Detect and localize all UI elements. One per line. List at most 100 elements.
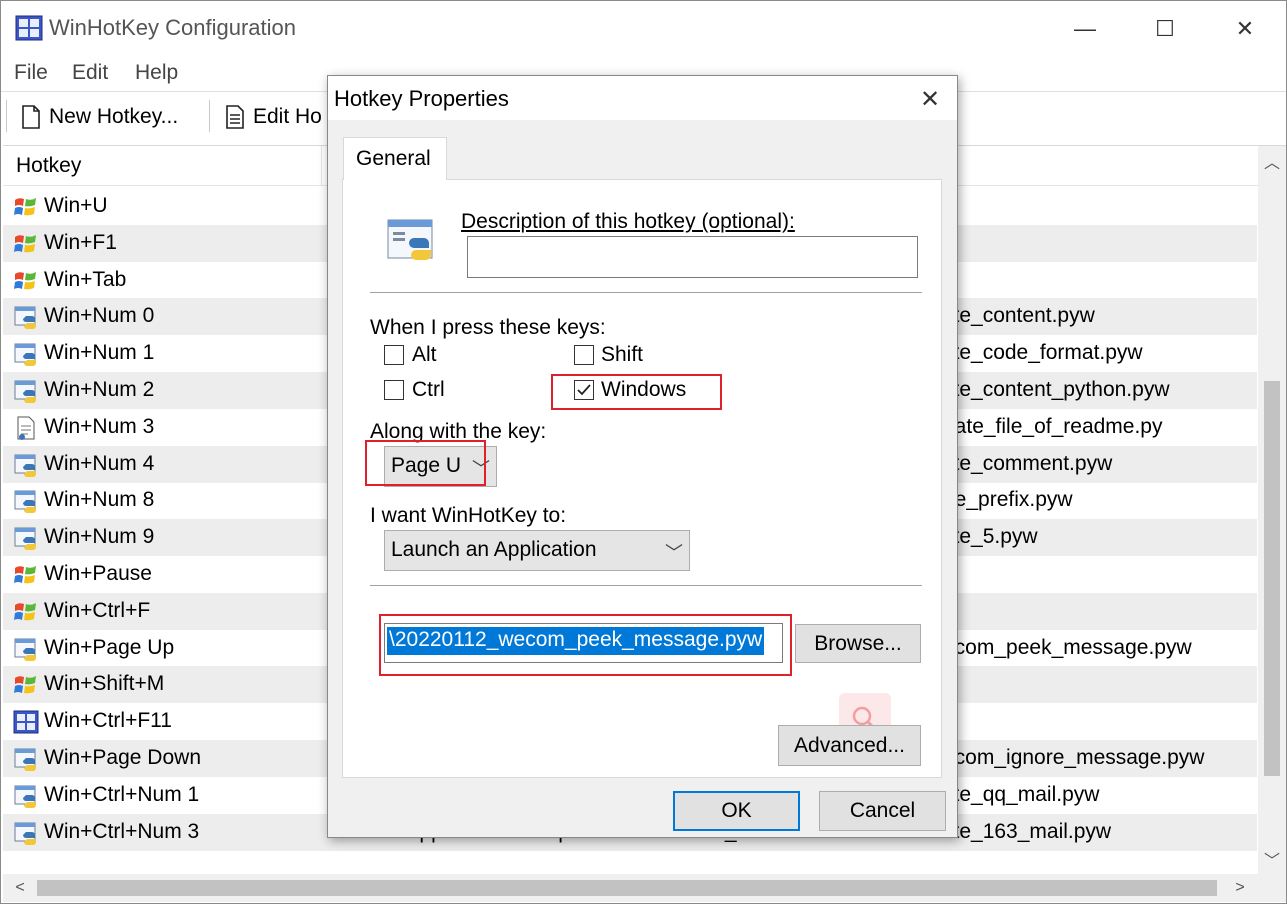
menu-file[interactable]: File [14,61,48,85]
cancel-button[interactable]: Cancel [819,791,946,831]
advanced-button[interactable]: Advanced... [778,725,921,766]
horizontal-scroll-thumb[interactable] [37,880,1217,896]
document-script-icon [13,415,39,441]
scroll-down-icon[interactable]: ﹀ [1258,844,1286,874]
row-target: ste_content_python.pyw [943,378,1170,401]
row-hotkey: Win+U [44,194,108,217]
row-hotkey: Win+Ctrl+Num 1 [44,782,200,806]
close-icon[interactable]: ✕ [1225,11,1265,47]
divider [370,292,922,294]
edit-hotkey-button[interactable]: Edit Ho [225,100,322,134]
row-target: ecom_peek_message.pyw [943,635,1192,659]
windows-flag-icon [13,599,39,625]
vertical-scrollbar[interactable]: ︿ ﹀ [1258,146,1286,874]
tab-general[interactable]: General [343,137,447,180]
row-target: eate_file_of_readme.py [943,414,1163,438]
row-hotkey: Win+Num 0 [44,304,155,328]
description-input[interactable] [467,236,918,278]
horizontal-scrollbar[interactable]: < > [3,874,1259,902]
app-icon [15,15,43,41]
row-hotkey: Win+Num 9 [44,525,155,549]
vertical-scroll-thumb[interactable] [1264,381,1280,776]
chevron-down-icon: ﹀ [472,459,490,479]
hotkey-properties-dialog: Hotkey Properties ✕ General Description … [327,75,958,838]
key-select[interactable]: Page U ﹀ [384,446,497,487]
windows-flag-icon [13,562,39,588]
shift-checkbox[interactable] [574,345,594,365]
row-target: ste_qq_mail.pyw [943,782,1100,806]
row-hotkey: Win+F1 [44,230,117,254]
row-hotkey: Win+Ctrl+F [44,598,151,622]
python-script-icon [13,488,39,514]
action-select[interactable]: Launch an Application ﹀ [384,530,690,571]
alt-label: Alt [412,343,437,366]
python-script-icon [13,746,39,772]
application-path-value: \20220112_wecom_peek_message.pyw [387,627,765,655]
application-path-input[interactable]: \20220112_wecom_peek_message.pyw [384,623,783,663]
toolbar-separator [209,100,211,132]
column-header-hotkey[interactable]: Hotkey [16,154,81,178]
general-tab-panel: Description of this hotkey (optional): W… [342,179,942,778]
new-document-icon [22,105,40,129]
row-target: ecom_ignore_message.pyw [943,746,1205,769]
windows-flag-icon [13,194,39,220]
python-script-icon [13,783,39,809]
new-hotkey-label: New Hotkey... [49,105,179,128]
python-script-icon [13,452,39,478]
row-hotkey: Win+Page Up [44,635,175,659]
row-target: ste_comment.pyw [943,451,1113,475]
description-label: Description of this hotkey (optional): [461,210,795,233]
row-target: ne_prefix.pyw [943,488,1073,512]
ok-button[interactable]: OK [673,791,800,831]
maximize-icon[interactable]: ☐ [1145,11,1185,47]
row-hotkey: Win+Pause [44,562,152,585]
windows-flag-icon [13,268,39,294]
python-script-icon [13,304,39,330]
python-file-icon [386,216,438,274]
row-hotkey: Win+Page Down [44,746,201,769]
new-hotkey-button[interactable]: New Hotkey... [21,100,178,134]
scroll-up-icon[interactable]: ︿ [1258,146,1286,176]
menu-edit[interactable]: Edit [72,61,108,85]
edit-hotkey-label: Edit Ho [253,105,322,128]
scroll-left-icon[interactable]: < [5,874,35,902]
tab-general-label: General [356,147,431,170]
action-select-value: Launch an Application [391,538,597,561]
key-select-value: Page U [391,454,462,477]
column-divider[interactable] [321,146,322,186]
scroll-corner [1258,874,1286,902]
app-window-icon [13,709,39,735]
chevron-down-icon: ﹀ [665,543,683,563]
row-hotkey: Win+Num 3 [44,414,155,438]
dialog-title: Hotkey Properties [334,86,509,111]
row-hotkey: Win+Num 1 [44,341,155,365]
windows-label: Windows [601,378,687,401]
row-target: ste_code_format.pyw [943,341,1143,365]
row-target: ste_163_mail.pyw [943,819,1112,843]
python-script-icon [13,341,39,367]
windows-flag-icon [13,231,39,257]
row-hotkey: Win+Ctrl+F11 [44,709,172,733]
python-script-icon [13,636,39,662]
ctrl-label: Ctrl [412,378,445,401]
scroll-right-icon[interactable]: > [1225,874,1255,902]
windows-checkbox[interactable] [574,380,594,400]
row-hotkey: Win+Num 8 [44,488,155,512]
row-hotkey: Win+Shift+M [44,672,165,696]
dialog-title-bar[interactable]: Hotkey Properties ✕ [328,76,957,120]
row-hotkey: Win+Ctrl+Num 3 [44,819,200,843]
python-script-icon [13,378,39,404]
row-hotkey: Win+Num 4 [44,451,155,475]
window-title: WinHotKey Configuration [49,15,297,40]
title-bar[interactable]: WinHotKey Configuration — ☐ ✕ [1,1,1286,55]
browse-button[interactable]: Browse... [795,624,921,663]
toolbar-separator [6,100,8,132]
dialog-close-icon[interactable]: ✕ [911,82,949,116]
key-label: Along with the key: [370,420,547,443]
divider [370,585,922,587]
menu-help[interactable]: Help [135,61,178,85]
alt-checkbox[interactable] [384,345,404,365]
ctrl-checkbox[interactable] [384,380,404,400]
edit-document-icon [226,105,244,129]
minimize-icon[interactable]: — [1065,11,1105,47]
